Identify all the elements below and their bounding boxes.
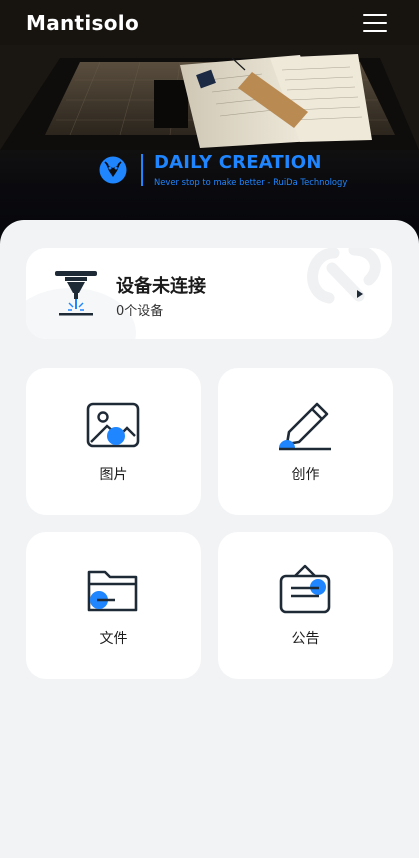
tile-label: 文件	[99, 631, 128, 647]
folder-icon	[87, 570, 138, 612]
chevron-right-icon[interactable]	[357, 289, 363, 299]
device-status-card[interactable]: 设备未连接 0个设备	[26, 248, 392, 339]
brand-divider	[141, 154, 143, 186]
device-status-title: 设备未连接	[116, 276, 206, 297]
tile-images[interactable]: 图片	[26, 368, 201, 515]
brand-slogan: DAILY CREATION Never stop to make better…	[99, 150, 359, 190]
tile-notice[interactable]: 公告	[218, 532, 393, 679]
tile-label: 公告	[291, 631, 320, 647]
app-logo: Mantisolo	[26, 11, 139, 35]
watermark-logo-icon	[307, 248, 381, 304]
tile-files[interactable]: 文件	[26, 532, 201, 679]
notice-board-icon	[279, 564, 331, 614]
tile-label: 创作	[291, 467, 320, 483]
tile-create[interactable]: 创作	[218, 368, 393, 515]
brand-subtitle: Never stop to make better - RuiDa Techno…	[154, 177, 348, 187]
brand-title: DAILY CREATION	[154, 152, 322, 173]
device-count: 0个设备	[116, 304, 164, 319]
pen-icon	[279, 402, 331, 451]
mantis-badge-icon	[99, 156, 127, 184]
image-icon	[86, 402, 140, 448]
hamburger-menu-icon[interactable]	[363, 14, 387, 34]
tile-label: 图片	[99, 467, 128, 483]
hero-banner: Mantisolo DAILY CREATION Never stop to m…	[0, 0, 419, 250]
laser-engraver-icon	[55, 271, 97, 316]
